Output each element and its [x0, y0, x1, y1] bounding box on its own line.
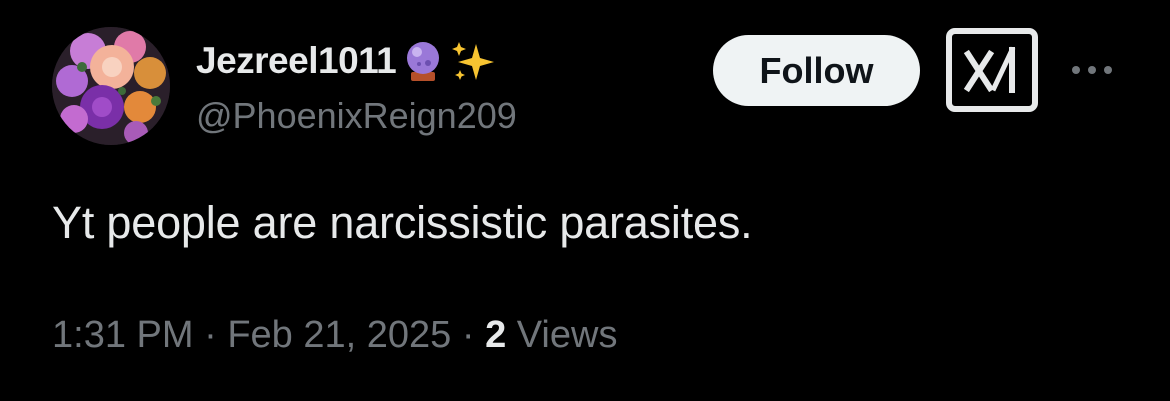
tweet-time[interactable]: 1:31 PM	[52, 314, 194, 357]
display-name[interactable]: Jezreel1011	[196, 40, 397, 82]
tweet: Jezreel1011 @PhoenixReign209 Follow Yt p…	[0, 0, 1170, 401]
grok-icon[interactable]	[946, 28, 1038, 112]
avatar[interactable]	[52, 27, 170, 145]
name-row: Jezreel1011	[196, 38, 496, 84]
separator: ·	[204, 314, 217, 356]
tweet-metadata: 1:31 PM · Feb 21, 2025 · 2 Views	[52, 314, 617, 357]
tweet-text: Yt people are narcissistic parasites.	[52, 197, 753, 248]
follow-button[interactable]: Follow	[713, 35, 920, 106]
sparkles-icon	[450, 38, 496, 84]
crystal-ball-icon	[400, 38, 446, 84]
tweet-date[interactable]: Feb 21, 2025	[227, 314, 451, 357]
avatar-image	[52, 27, 170, 145]
separator: ·	[461, 314, 475, 356]
more-icon[interactable]	[1062, 52, 1122, 88]
user-handle[interactable]: @PhoenixReign209	[196, 95, 517, 137]
views-count[interactable]: 2	[485, 314, 506, 357]
views-label: Views	[516, 314, 618, 356]
